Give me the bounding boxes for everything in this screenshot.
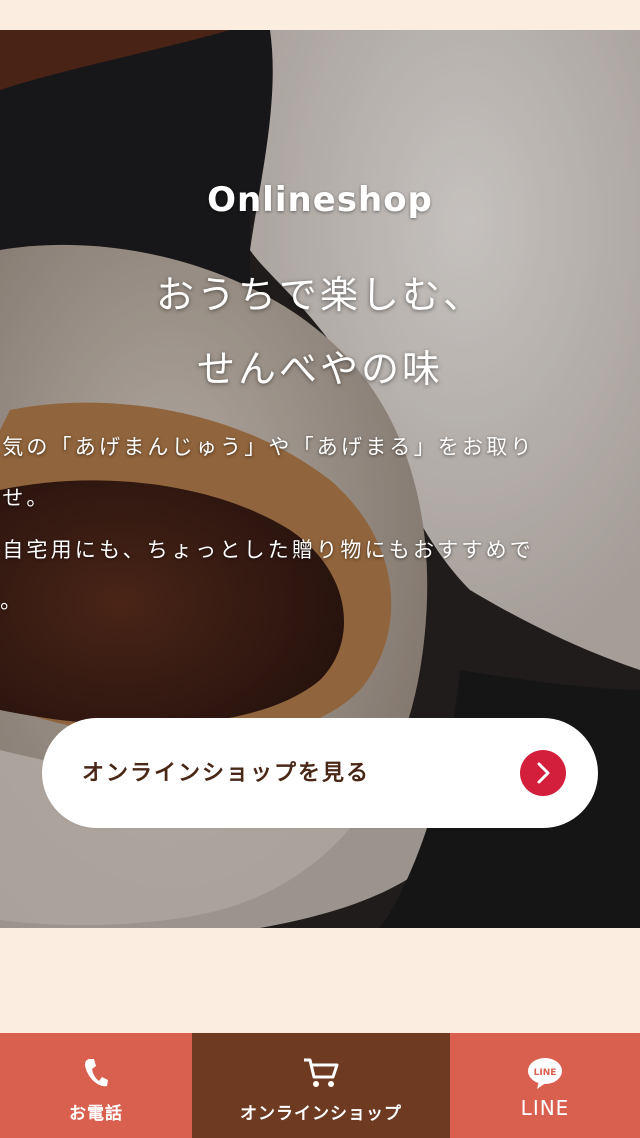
description-line: 人気の「あげまんじゅう」や「あげまる」をお取り	[0, 435, 535, 459]
headline-line-2: せんべやの味	[196, 347, 443, 392]
phone-icon	[83, 1057, 109, 1093]
hero-headline: おうちで楽しむ、 せんべやの味	[0, 258, 640, 406]
view-online-shop-button[interactable]: オンラインショップを見る	[44, 720, 596, 826]
hero-content: Onlineshop おうちで楽しむ、 せんべやの味 人気の「あげまんじゅう」や…	[0, 30, 640, 928]
nav-line-label: LINE	[520, 1096, 570, 1120]
nav-line[interactable]: LINE LINE	[450, 1033, 640, 1138]
description-line: す。	[0, 589, 25, 614]
section-brand-title: Onlineshop	[207, 180, 433, 220]
description-line: 寄せ。	[0, 486, 51, 511]
line-icon-text: LINE	[534, 1068, 557, 1078]
hero-description: 人気の「あげまんじゅう」や「あげまる」をお取り 寄せ。 ご自宅用にも、ちょっとし…	[0, 422, 640, 628]
cta-label: オンラインショップを見る	[82, 760, 371, 786]
bottom-nav: お電話 オンラインショップ LINE LINE	[0, 1033, 640, 1138]
nav-phone-label: お電話	[69, 1104, 123, 1124]
headline-line-1: おうちで楽しむ、	[155, 273, 484, 317]
line-icon: LINE	[525, 1057, 565, 1095]
description-line: ご自宅用にも、ちょっとした贈り物にもおすすめで	[0, 537, 534, 562]
nav-online-shop[interactable]: オンラインショップ	[192, 1033, 450, 1138]
hero-section: Onlineshop おうちで楽しむ、 せんべやの味 人気の「あげまんじゅう」や…	[0, 30, 640, 928]
nav-phone[interactable]: お電話	[0, 1033, 192, 1138]
nav-online-shop-label: オンラインショップ	[240, 1104, 402, 1124]
cart-icon	[303, 1057, 339, 1093]
chevron-right-icon	[520, 750, 566, 796]
